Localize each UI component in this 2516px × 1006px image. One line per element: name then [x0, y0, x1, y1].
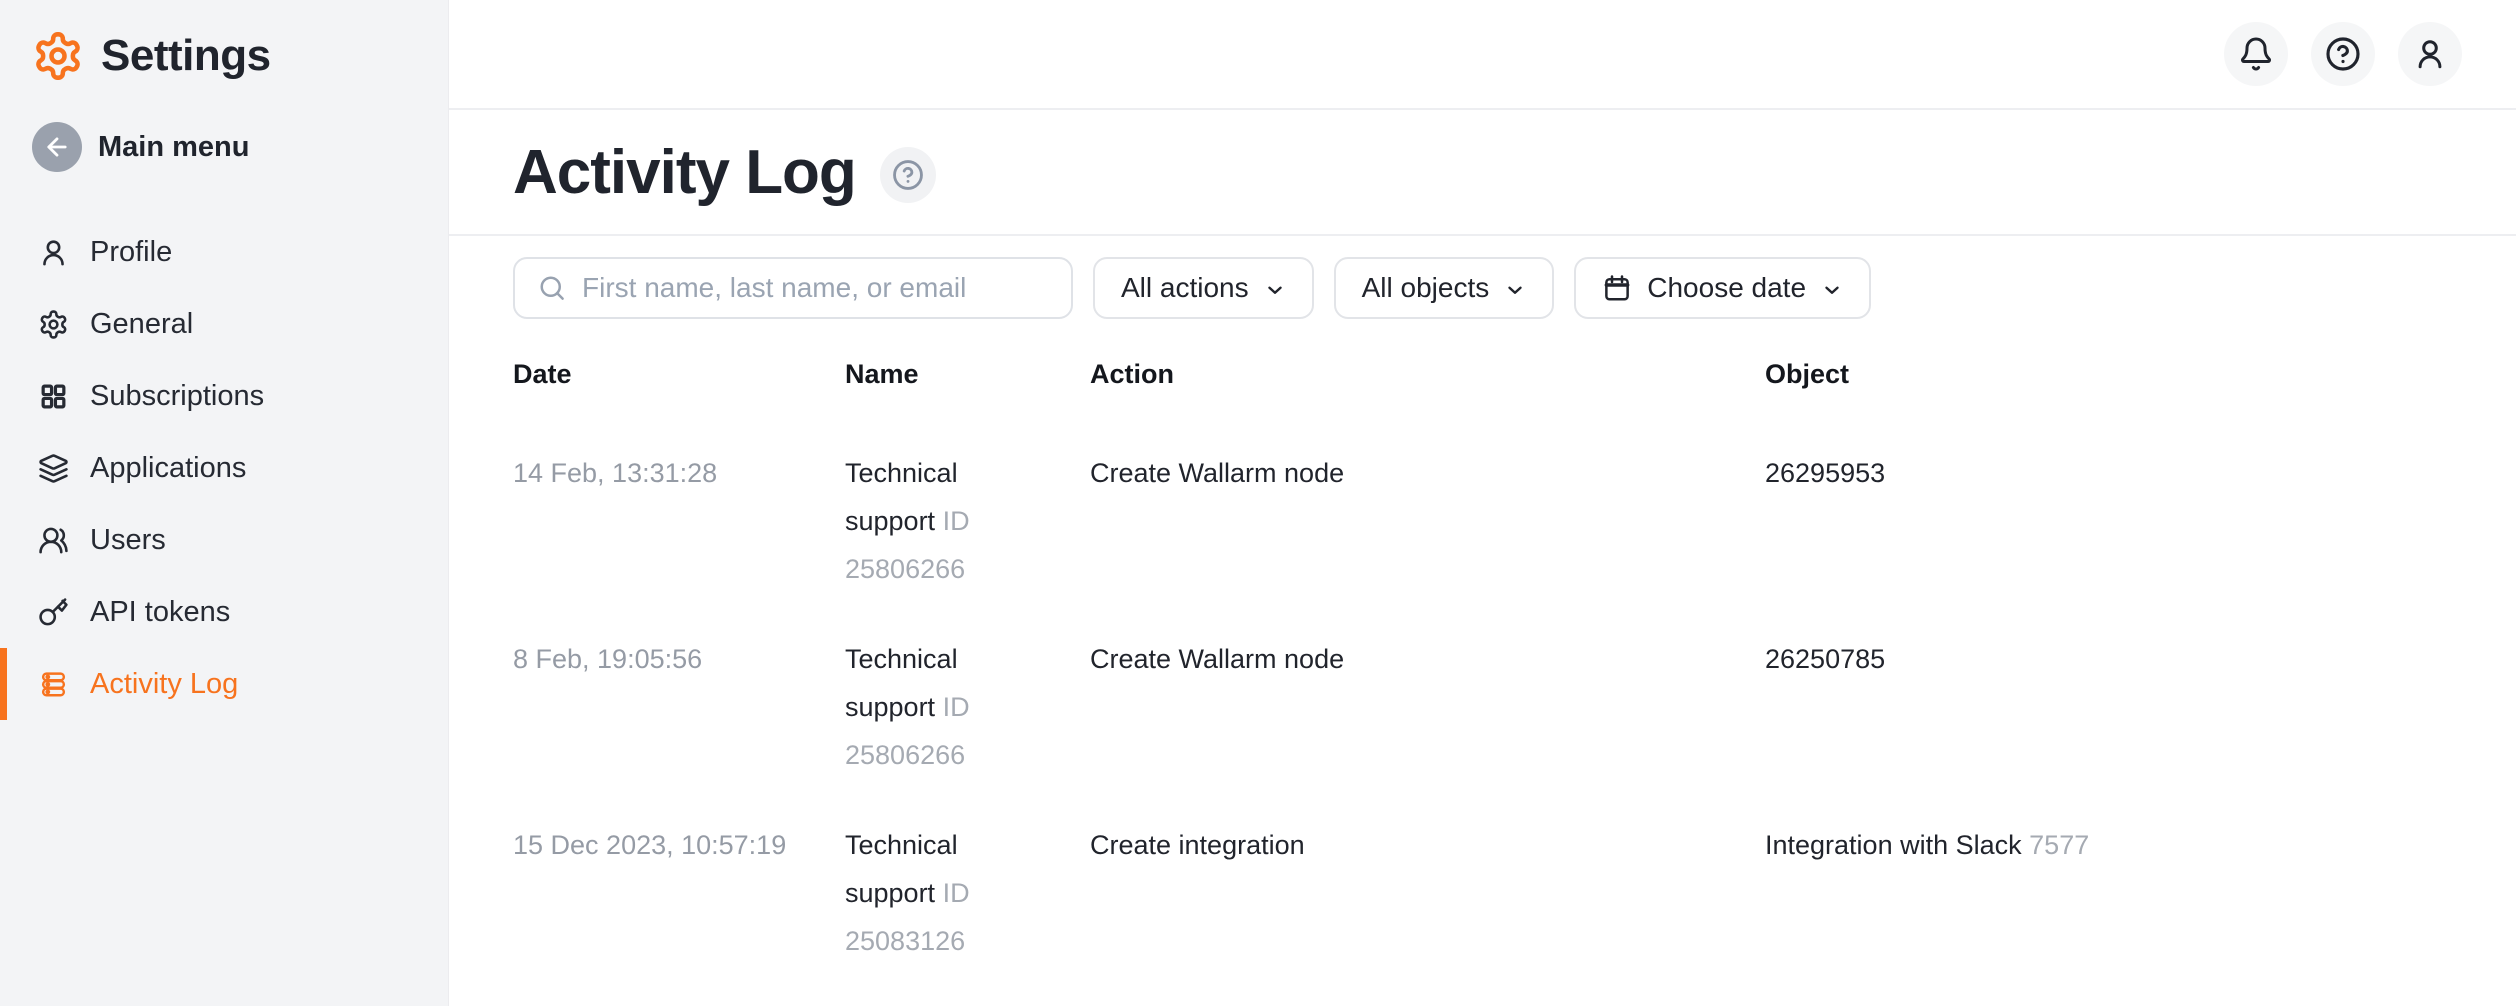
topbar — [449, 0, 2516, 110]
sidebar-item-label: Applications — [90, 452, 246, 485]
choose-date-label: Choose date — [1647, 272, 1806, 304]
column-header-name: Name — [845, 350, 1090, 398]
column-header-action: Action — [1090, 350, 1765, 398]
main-menu-label: Main menu — [98, 131, 249, 164]
sidebar-item-applications[interactable]: Applications — [0, 432, 448, 504]
all-objects-label: All objects — [1362, 272, 1490, 304]
cell-name: Technical support ID 25806266 — [845, 449, 1050, 593]
main-menu-back[interactable]: Main menu — [32, 122, 448, 172]
sidebar: Settings Main menu Profile — [0, 0, 449, 1006]
account-button[interactable] — [2398, 22, 2462, 86]
table-body: 14 Feb, 13:31:28 Technical support ID 25… — [513, 428, 2452, 986]
cell-action: Create Wallarm node — [1090, 635, 1765, 683]
search-box[interactable] — [513, 257, 1073, 319]
cell-date: 14 Feb, 13:31:28 — [513, 449, 845, 497]
chevron-down-icon — [1264, 279, 1286, 301]
calendar-icon — [1602, 273, 1632, 303]
cell-object: 26295953 — [1765, 449, 2452, 497]
notifications-button[interactable] — [2224, 22, 2288, 86]
column-header-object: Object — [1765, 350, 2452, 398]
log-rows-icon — [38, 669, 69, 700]
cell-action: Create Wallarm node — [1090, 449, 1765, 497]
object-name: 26295953 — [1765, 458, 1885, 488]
cell-name: Technical support ID 25083126 — [845, 821, 1050, 965]
help-button[interactable] — [2311, 22, 2375, 86]
user-icon — [38, 237, 69, 268]
cell-object: 26250785 — [1765, 635, 2452, 683]
object-id: 7577 — [2029, 830, 2089, 860]
page-title: Activity Log — [513, 137, 856, 208]
table-row[interactable]: 14 Feb, 13:31:28 Technical support ID 25… — [513, 428, 2452, 614]
all-actions-label: All actions — [1121, 272, 1249, 304]
gear-icon — [38, 309, 69, 340]
sidebar-item-subscriptions[interactable]: Subscriptions — [0, 360, 448, 432]
sidebar-nav: Profile General Subscriptions — [0, 216, 448, 720]
layers-icon — [38, 453, 69, 484]
sidebar-item-label: Subscriptions — [90, 380, 264, 413]
page-header: Activity Log — [449, 110, 2516, 236]
search-input[interactable] — [582, 259, 1049, 317]
sidebar-item-label: Users — [90, 524, 166, 557]
sidebar-item-profile[interactable]: Profile — [0, 216, 448, 288]
user-icon — [2412, 36, 2448, 72]
sidebar-item-label: API tokens — [90, 596, 230, 629]
user-name: Technical support — [845, 830, 958, 908]
help-icon — [891, 158, 925, 192]
sidebar-header: Settings — [0, 0, 448, 82]
sidebar-item-label: Profile — [90, 236, 172, 269]
grid-icon — [38, 381, 69, 412]
sidebar-item-api-tokens[interactable]: API tokens — [0, 576, 448, 648]
table-header: Date Name Action Object — [513, 350, 2452, 398]
all-actions-dropdown[interactable]: All actions — [1093, 257, 1314, 319]
arrow-left-icon[interactable] — [32, 122, 82, 172]
sidebar-item-activity-log[interactable]: Activity Log — [0, 648, 448, 720]
users-icon — [38, 525, 69, 556]
column-header-date: Date — [513, 350, 845, 398]
table-row[interactable]: 15 Dec 2023, 10:57:19 Technical support … — [513, 800, 2452, 986]
all-objects-dropdown[interactable]: All objects — [1334, 257, 1555, 319]
settings-app: Settings Main menu Profile — [0, 0, 2516, 1006]
sidebar-item-users[interactable]: Users — [0, 504, 448, 576]
cell-date: 15 Dec 2023, 10:57:19 — [513, 821, 845, 869]
key-icon — [38, 597, 69, 628]
cell-action: Create integration — [1090, 821, 1765, 869]
sidebar-item-label: General — [90, 308, 193, 341]
sidebar-item-label: Activity Log — [90, 668, 238, 701]
sidebar-item-general[interactable]: General — [0, 288, 448, 360]
user-name: Technical support — [845, 644, 958, 722]
chevron-down-icon — [1821, 279, 1843, 301]
chevron-down-icon — [1504, 279, 1526, 301]
search-icon — [537, 273, 567, 303]
content: All actions All objects — [449, 236, 2516, 1006]
help-icon — [2325, 36, 2361, 72]
filter-bar: All actions All objects — [513, 257, 2452, 319]
choose-date-dropdown[interactable]: Choose date — [1574, 257, 1871, 319]
page-help-button[interactable] — [880, 147, 936, 203]
main-area: Activity Log All actions — [449, 0, 2516, 1006]
user-name: Technical support — [845, 458, 958, 536]
object-name: 26250785 — [1765, 644, 1885, 674]
table-row[interactable]: 8 Feb, 19:05:56 Technical support ID 258… — [513, 614, 2452, 800]
settings-gear-icon — [32, 30, 84, 82]
bell-icon — [2238, 36, 2274, 72]
sidebar-title: Settings — [101, 31, 271, 81]
cell-object: Integration with Slack 7577 — [1765, 821, 2452, 869]
cell-date: 8 Feb, 19:05:56 — [513, 635, 845, 683]
object-name: Integration with Slack — [1765, 830, 2022, 860]
cell-name: Technical support ID 25806266 — [845, 635, 1050, 779]
